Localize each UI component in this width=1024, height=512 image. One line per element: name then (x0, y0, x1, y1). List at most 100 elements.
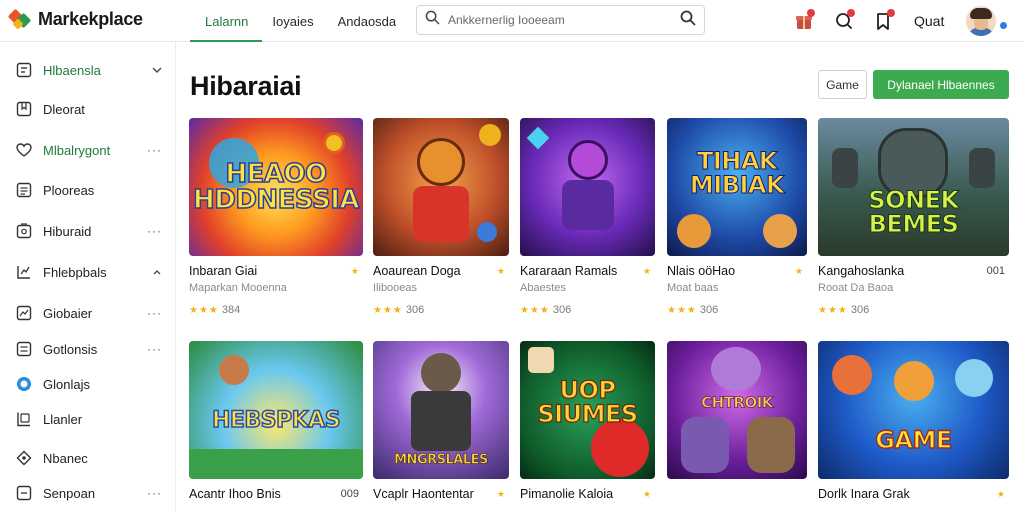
sidebar-item-label: Hlbaensla (43, 62, 101, 78)
page-title: Hibaraiai (190, 71, 302, 101)
star-icon: ★ (350, 266, 359, 276)
sidebar-item-label: Nbanec (43, 450, 88, 466)
game-art-title: HEBSPKAS (211, 408, 341, 434)
sidebar-item-fhlebpbals[interactable]: Fhlebpbals (0, 254, 176, 290)
star-icon: ★ (496, 266, 505, 276)
game-title: Dorlk Inara Grak ★ (818, 487, 1005, 501)
game-card[interactable]: MNGRSLALES Vcaplr Haontentar ★ (373, 341, 509, 503)
sidebar-item-plooreas[interactable]: Plooreas (0, 172, 176, 208)
game-subtitle: Maparkan Mooenna (189, 282, 287, 294)
logo-mark-icon (7, 8, 32, 30)
game-rating: ★★★ 306 (818, 304, 870, 316)
game-card[interactable]: HEBSPKAS Acantr Ihoo Bnis 009 (189, 341, 363, 503)
sidebar-item-label: Fhlebpbals (43, 264, 107, 280)
game-thumbnail[interactable]: CHTROIK (667, 341, 807, 479)
rating-stars-icon: ★★★ (818, 304, 848, 316)
game-card[interactable]: TIHAK MIBIAK Nlais oöHao ★ Moat baas ★★★ 3… (667, 118, 807, 316)
game-thumbnail[interactable]: MNGRSLALES (373, 341, 509, 479)
game-filter-button[interactable]: Game (818, 70, 867, 99)
top-header: Markekplace Lalarnn Ioyaies Andaosda Qua… (0, 0, 1024, 42)
game-thumbnail[interactable]: HEAOO HDDNESSIA (189, 118, 363, 256)
game-thumbnail[interactable] (373, 118, 509, 256)
sidebar-item-label: Giobaier (43, 305, 93, 321)
list-icon (15, 340, 33, 358)
quest-link[interactable]: Quat (914, 13, 944, 29)
game-thumbnail[interactable] (520, 118, 655, 256)
tab-ioyaies[interactable]: Ioyaies (272, 0, 331, 42)
sidebar-item-mlbalrygont[interactable]: Mlbalrygont ··· (0, 132, 176, 168)
game-art-title: UOP SIUMES (537, 375, 639, 428)
search-submit-icon[interactable] (680, 10, 696, 31)
game-thumbnail[interactable]: SONEK BEMES (818, 118, 1009, 256)
game-title: Acantr Ihoo Bnis 009 (189, 487, 359, 501)
gift-icon[interactable] (790, 7, 818, 35)
brand-logo[interactable]: Markekplace (7, 8, 143, 30)
game-art-title: CHTROIK (701, 393, 774, 412)
star-icon: ★ (794, 266, 803, 276)
game-rating: ★★★ 306 (520, 304, 572, 316)
game-subtitle: Ilibooeas (373, 282, 418, 294)
game-subtitle: Moat baas (667, 282, 719, 294)
grid-icon (15, 181, 33, 199)
sidebar-item-label: Hiburaid (43, 223, 92, 239)
primary-action-button[interactable]: Dylanael Hlbaennes (873, 70, 1009, 99)
rating-stars-icon: ★★★ (520, 304, 550, 316)
sidebar-item-gotlonsis[interactable]: Gotlonsis ··· (0, 331, 176, 367)
storefront-icon (15, 61, 33, 79)
avatar[interactable] (966, 6, 997, 36)
more-icon[interactable]: ··· (147, 486, 162, 500)
search-icon (425, 10, 440, 30)
game-title: Nlais oöHao ★ (667, 264, 803, 278)
game-card[interactable]: GAME Dorlk Inara Grak ★ (818, 341, 1009, 503)
rating-stars-icon: ★★★ (667, 304, 697, 316)
more-icon[interactable]: ··· (147, 143, 162, 157)
game-card[interactable]: SONEK BEMES Kangahoslanka 001 Rooat Da Ba… (818, 118, 1009, 316)
more-icon[interactable]: ··· (147, 342, 162, 356)
game-card[interactable]: CHTROIK (667, 341, 807, 479)
sidebar-item-giobaier[interactable]: Giobaier ··· (0, 295, 176, 331)
sidebar-item-dleorat[interactable]: Dleorat (0, 91, 176, 127)
gift-badge (807, 9, 815, 17)
cart-icon[interactable] (870, 7, 898, 35)
game-card[interactable]: UOP SIUMES Pimanolie Kaloia ★ (520, 341, 655, 503)
more-icon[interactable]: ··· (147, 306, 162, 320)
sidebar-item-hiburaid[interactable]: Hiburaid ··· (0, 213, 176, 249)
game-card[interactable]: HEAOO HDDNESSIA Inbaran Giai ★ Maparkan M… (189, 118, 363, 316)
tab-lalarnn[interactable]: Lalarnn (189, 0, 266, 42)
game-thumbnail[interactable]: HEBSPKAS (189, 341, 363, 479)
game-title: Aoaurean Doga ★ (373, 264, 505, 278)
more-icon[interactable]: ··· (147, 224, 162, 238)
tag-icon (15, 410, 33, 428)
sidebar-item-nbanec[interactable]: Nbanec (0, 440, 176, 476)
image-icon (15, 222, 33, 240)
star-icon: ★ (642, 489, 651, 499)
game-card[interactable]: Aoaurean Doga ★ Ilibooeas ★★★ 306 (373, 118, 509, 316)
caret-up-icon[interactable] (152, 265, 162, 279)
sidebar-item-label: Gotlonsis (43, 341, 98, 357)
bookmark-icon (15, 100, 33, 118)
chevron-down-icon[interactable] (152, 63, 162, 77)
sidebar-item-label: Mlbalrygont (43, 142, 111, 158)
card-icon (15, 484, 33, 502)
game-thumbnail[interactable]: TIHAK MIBIAK (667, 118, 807, 256)
game-thumbnail[interactable]: UOP SIUMES (520, 341, 655, 479)
sidebar-item-senpoan[interactable]: Senpoan ··· (0, 475, 176, 511)
notification-icon[interactable] (830, 7, 858, 35)
sidebar-item-glonlajs[interactable]: Glonlajs (0, 366, 176, 402)
rating-stars-icon: ★★★ (189, 304, 219, 316)
game-title: Pimanolie Kaloia ★ (520, 487, 651, 501)
tab-andaosda[interactable]: Andaosda (338, 0, 415, 42)
sidebar-item-label: Glonlajs (43, 376, 90, 392)
circle-icon (15, 375, 33, 393)
sidebar-item-llanler[interactable]: Llanler (0, 401, 176, 437)
game-art-title: SONEK BEMES (868, 185, 960, 238)
sidebar: Hlbaensla Dleorat Mlbalrygont ··· Ploore… (0, 42, 176, 512)
game-thumbnail[interactable]: GAME (818, 341, 1009, 479)
search-input[interactable] (448, 13, 672, 27)
game-card[interactable]: Kararaan Ramals ★ Abaestes ★★★ 306 (520, 118, 655, 316)
count-badge: 001 (986, 265, 1005, 277)
game-title: Kangahoslanka 001 (818, 264, 1005, 278)
star-icon: ★ (996, 489, 1005, 499)
sidebar-item-hlbaensla[interactable]: Hlbaensla (0, 52, 176, 88)
sidebar-item-label: Dleorat (43, 101, 85, 117)
